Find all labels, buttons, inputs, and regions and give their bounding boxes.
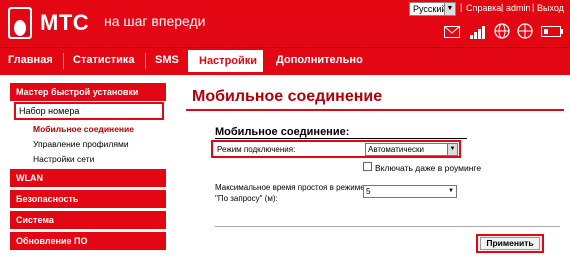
admin-link[interactable]: admin: [506, 3, 531, 13]
connection-mode-value: Автоматически: [368, 145, 424, 154]
connection-status-icon: [541, 26, 563, 37]
help-link[interactable]: Справка: [466, 3, 501, 13]
idle-time-value: 5: [366, 187, 371, 196]
language-select[interactable]: Русский ▼: [409, 2, 456, 16]
page-title: Мобильное соединение: [192, 88, 383, 105]
apply-button[interactable]: Применить: [476, 234, 544, 253]
section-divider: [215, 138, 467, 139]
nav-divider: [145, 53, 146, 69]
tab-home[interactable]: Главная: [8, 54, 53, 66]
roaming-checkbox-label: Включать даже в роуминге: [375, 163, 482, 173]
connection-mode-select[interactable]: Автоматически ▼: [365, 143, 458, 156]
brand-name: МТС: [40, 10, 90, 35]
brand-slogan: на шаг впереди: [104, 13, 206, 29]
idle-time-select[interactable]: 5 ▼: [363, 185, 457, 198]
nav-underline: [0, 72, 570, 75]
sidebar-item-security[interactable]: Безопасность: [10, 190, 166, 208]
chevron-down-icon: ▼: [444, 3, 455, 15]
sidebar-item-dial-up[interactable]: Набор номера: [14, 102, 164, 120]
link-separator: |: [532, 2, 535, 12]
tab-statistics[interactable]: Статистика: [73, 54, 135, 66]
language-select-value: Русский: [413, 4, 447, 14]
logout-link[interactable]: Выход: [537, 3, 564, 13]
globe-icon: [494, 23, 510, 39]
envelope-icon[interactable]: [444, 26, 460, 38]
title-divider: [186, 109, 564, 111]
connection-mode-label: Режим подключения:: [217, 145, 296, 154]
link-separator: |: [501, 2, 504, 12]
sidebar-item-firmware-update[interactable]: Обновление ПО: [10, 232, 166, 250]
tab-settings[interactable]: Настройки: [188, 48, 263, 75]
signal-bars-icon: [470, 26, 485, 39]
tab-settings-label: Настройки: [199, 55, 258, 67]
link-separator: |: [460, 2, 463, 12]
sidebar-item-system[interactable]: Система: [10, 211, 166, 229]
apply-button-frame: [480, 237, 540, 250]
sidebar-subitem-mobile-connection[interactable]: Мобильное соединение: [33, 124, 134, 134]
sidebar-item-quick-setup[interactable]: Мастер быстрой установки: [10, 83, 166, 101]
sidebar-subitem-network-settings[interactable]: Настройки сети: [33, 154, 94, 164]
nav-divider: [63, 53, 64, 69]
header-bar: МТС на шаг впереди Русский ▼ | Справка |…: [0, 0, 570, 47]
roaming-checkbox[interactable]: [363, 162, 372, 171]
tab-advanced[interactable]: Дополнительно: [276, 54, 363, 66]
tab-sms[interactable]: SMS: [155, 54, 179, 66]
sidebar-item-wlan[interactable]: WLAN: [10, 169, 166, 187]
main-nav: Главная Статистика SMS Настройки Дополни…: [0, 47, 570, 75]
idle-time-label: Максимальное время простоя в режиме "По …: [215, 183, 365, 203]
sidebar-subitem-profile-management[interactable]: Управление профилями: [33, 139, 129, 149]
chevron-down-icon: ▼: [447, 144, 457, 155]
form-divider: [215, 226, 560, 227]
network-globe-icon: [517, 23, 533, 39]
section-title: Мобильное соединение:: [215, 126, 350, 138]
mts-logo-icon: [8, 7, 32, 39]
connection-mode-row: Режим подключения: Автоматически ▼: [211, 140, 461, 158]
chevron-down-icon: ▼: [448, 188, 454, 194]
